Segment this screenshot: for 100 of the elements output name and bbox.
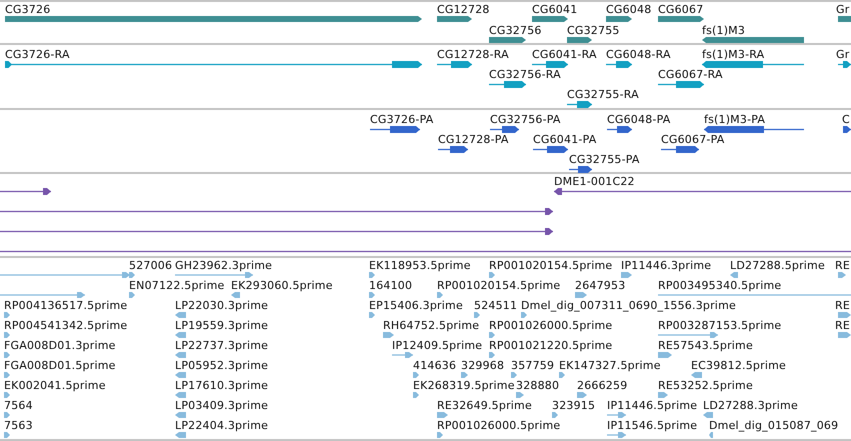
feature-label: FGA008D01.5prime xyxy=(4,359,116,372)
clone-glyph[interactable] xyxy=(0,188,51,195)
gene-bar[interactable] xyxy=(606,16,632,22)
est-glyph[interactable] xyxy=(175,352,186,358)
protein-glyph[interactable] xyxy=(438,146,468,153)
protein-glyph[interactable] xyxy=(490,126,519,133)
est-glyph[interactable] xyxy=(838,332,851,338)
gene-bar[interactable] xyxy=(702,37,804,43)
est-glyph[interactable] xyxy=(607,432,626,438)
est-glyph[interactable] xyxy=(129,272,135,278)
est-glyph[interactable] xyxy=(0,292,85,298)
protein-glyph[interactable] xyxy=(533,146,568,153)
transcript-glyph[interactable] xyxy=(838,61,851,68)
est-glyph[interactable] xyxy=(621,272,632,278)
est-glyph[interactable] xyxy=(369,312,375,318)
feature-label: RP001021220.5prime xyxy=(489,339,612,352)
est-glyph[interactable] xyxy=(575,292,587,298)
est-glyph[interactable] xyxy=(175,392,186,398)
feature-label: RE53252.5prime xyxy=(658,379,753,392)
protein-glyph[interactable] xyxy=(370,126,420,133)
est-glyph[interactable] xyxy=(691,372,702,378)
feature-label: 164100 xyxy=(369,279,412,292)
est-glyph[interactable] xyxy=(231,292,240,298)
transcript-glyph[interactable] xyxy=(437,61,472,68)
gene-bar[interactable] xyxy=(658,16,704,22)
est-glyph[interactable] xyxy=(474,312,480,318)
est-glyph[interactable] xyxy=(4,372,10,378)
est-glyph[interactable] xyxy=(709,432,713,438)
est-glyph[interactable] xyxy=(658,332,718,338)
feature-label: Dmel_dig_015087_069 xyxy=(709,419,838,432)
clone-glyph[interactable] xyxy=(0,248,851,255)
est-glyph[interactable] xyxy=(658,352,672,358)
est-glyph[interactable] xyxy=(658,292,851,298)
est-glyph[interactable] xyxy=(489,352,495,358)
gene-bar[interactable] xyxy=(489,37,526,43)
est-glyph[interactable] xyxy=(4,392,10,398)
est-glyph[interactable] xyxy=(552,412,558,418)
est-glyph[interactable] xyxy=(175,372,186,378)
est-glyph[interactable] xyxy=(516,392,524,398)
est-glyph[interactable] xyxy=(4,352,10,358)
est-glyph[interactable] xyxy=(413,372,419,378)
est-glyph[interactable] xyxy=(413,392,419,398)
est-glyph[interactable] xyxy=(838,272,846,278)
est-glyph[interactable] xyxy=(521,312,527,318)
clone-glyph[interactable] xyxy=(554,188,851,195)
est-glyph[interactable] xyxy=(175,332,186,338)
protein-glyph[interactable] xyxy=(569,166,592,173)
est-glyph[interactable] xyxy=(730,272,738,278)
est-glyph[interactable] xyxy=(437,292,443,298)
est-glyph[interactable] xyxy=(4,332,10,338)
feature-label: Gr xyxy=(836,3,850,16)
protein-glyph[interactable] xyxy=(845,126,851,133)
est-glyph[interactable] xyxy=(437,432,443,438)
est-glyph[interactable] xyxy=(175,412,186,418)
est-glyph[interactable] xyxy=(658,392,668,398)
est-glyph[interactable] xyxy=(607,412,626,418)
est-glyph[interactable] xyxy=(461,372,468,378)
est-glyph[interactable] xyxy=(489,332,495,338)
gene-bar[interactable] xyxy=(532,16,568,22)
est-glyph[interactable] xyxy=(175,432,186,438)
est-glyph[interactable] xyxy=(4,412,10,418)
est-glyph[interactable] xyxy=(4,312,10,318)
feature-label: CG32755 xyxy=(567,24,620,37)
gene-bar[interactable] xyxy=(437,16,472,22)
feature-label: fs(1)M3-RA xyxy=(702,48,764,61)
protein-glyph[interactable] xyxy=(607,126,632,133)
est-glyph[interactable] xyxy=(175,272,253,278)
est-glyph[interactable] xyxy=(577,392,587,398)
est-glyph[interactable] xyxy=(175,312,186,318)
est-glyph[interactable] xyxy=(489,272,495,278)
est-glyph[interactable] xyxy=(129,292,135,298)
clone-glyph[interactable] xyxy=(0,208,553,215)
est-glyph[interactable] xyxy=(437,412,448,418)
est-glyph[interactable] xyxy=(0,272,130,278)
feature-label: IP11446.3prime xyxy=(621,259,712,272)
est-glyph[interactable] xyxy=(369,292,375,298)
est-glyph[interactable] xyxy=(703,412,713,418)
transcript-glyph[interactable] xyxy=(606,61,632,68)
feature-label: RP004136517.5prime xyxy=(4,299,128,312)
transcript-glyph[interactable] xyxy=(702,61,804,68)
est-glyph[interactable] xyxy=(369,272,375,278)
feature-label: 357759 xyxy=(511,359,554,372)
protein-glyph[interactable] xyxy=(704,126,804,133)
est-glyph[interactable] xyxy=(392,352,413,358)
protein-glyph[interactable] xyxy=(661,146,699,153)
est-glyph[interactable] xyxy=(383,332,394,338)
transcript-glyph[interactable] xyxy=(658,81,704,88)
gene-bar[interactable] xyxy=(567,37,592,43)
est-glyph[interactable] xyxy=(838,312,851,318)
transcript-glyph[interactable] xyxy=(532,61,568,68)
est-glyph[interactable] xyxy=(4,432,10,438)
transcript-glyph[interactable] xyxy=(567,101,592,108)
feature-label: CG12728-PA xyxy=(438,133,509,146)
est-glyph[interactable] xyxy=(559,372,565,378)
feature-label: CG32755-PA xyxy=(569,153,640,166)
clone-glyph[interactable] xyxy=(0,228,553,235)
transcript-glyph[interactable] xyxy=(489,81,526,88)
est-glyph[interactable] xyxy=(511,372,517,378)
feature-label: CG12728-RA xyxy=(437,48,509,61)
transcript-glyph[interactable] xyxy=(5,61,422,68)
